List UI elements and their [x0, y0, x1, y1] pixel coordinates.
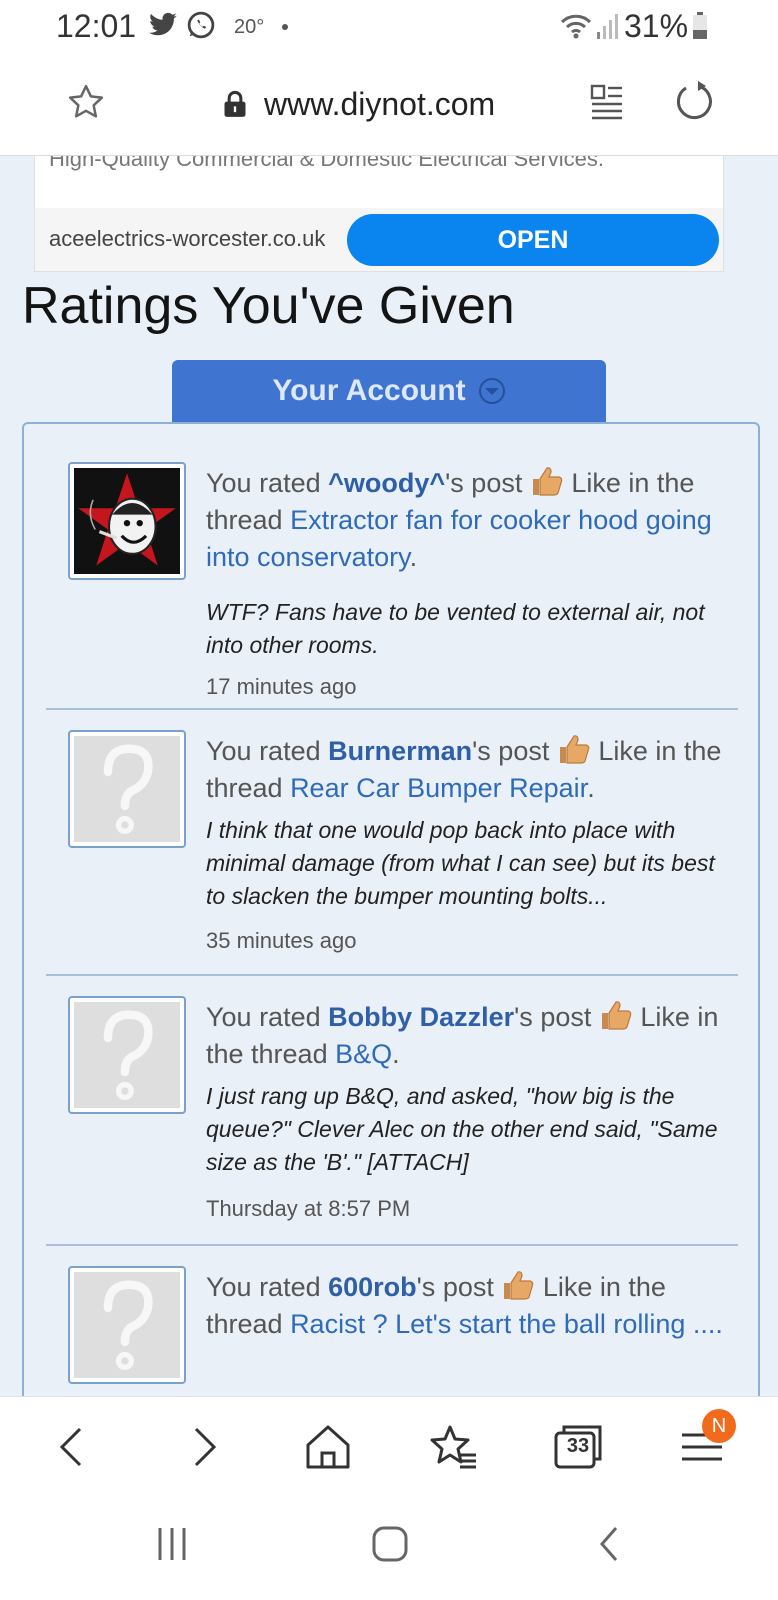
- advertisement: High-Quality Commercial & Domestic Elect…: [34, 156, 724, 272]
- avatar[interactable]: [68, 462, 186, 580]
- notification-dot: [282, 24, 288, 30]
- rating-text: You rated 600rob's post Like in the thre…: [206, 1268, 726, 1343]
- username-link[interactable]: Burnerman: [328, 736, 472, 766]
- home-icon[interactable]: [368, 1522, 412, 1566]
- status-temperature: 20°: [234, 16, 265, 38]
- thread-link[interactable]: Rear Car Bumper Repair: [290, 773, 587, 803]
- browser-bottom-toolbar: 33 N: [0, 1396, 778, 1492]
- thumbs-up-icon: [504, 1271, 534, 1300]
- your-account-dropdown[interactable]: Your Account: [172, 360, 606, 422]
- lock-icon: [224, 90, 246, 117]
- status-time: 12:01: [56, 8, 137, 44]
- bookmark-star-icon[interactable]: [66, 82, 106, 122]
- avatar[interactable]: [68, 1266, 186, 1384]
- rating-prefix: You rated: [206, 468, 329, 498]
- thumbs-up-icon: [601, 1001, 632, 1030]
- rating-prefix: You rated: [206, 1272, 329, 1302]
- chevron-down-icon: [478, 378, 505, 404]
- reload-icon[interactable]: [672, 80, 714, 122]
- rating-mid: 's post: [416, 1272, 502, 1302]
- ad-footer: aceelectrics-worcester.co.uk OPEN: [35, 208, 723, 271]
- rating-prefix: You rated: [206, 736, 329, 766]
- recents-icon[interactable]: [150, 1522, 194, 1566]
- ratings-panel: You rated ^woody^'s post Like in the thr…: [22, 422, 760, 1422]
- default-avatar-icon: [74, 1272, 180, 1378]
- bookmarks-icon[interactable]: [428, 1421, 480, 1473]
- rating-text: You rated ^woody^'s post Like in the thr…: [206, 464, 726, 576]
- battery-icon: [693, 12, 707, 39]
- system-navigation-bar: [0, 1492, 778, 1600]
- rating-suffix: .: [409, 542, 418, 572]
- post-snippet: I just rang up B&Q, and asked, "how big …: [206, 1083, 718, 1175]
- reader-mode-icon[interactable]: [590, 84, 624, 120]
- ad-domain[interactable]: aceelectrics-worcester.co.uk: [49, 226, 325, 252]
- home-icon[interactable]: [302, 1421, 354, 1473]
- twitter-icon: [149, 12, 177, 36]
- avatar[interactable]: [68, 996, 186, 1114]
- post-snippet: I think that one would pop back into pla…: [206, 817, 715, 909]
- rating-mid: 's post: [445, 468, 530, 498]
- your-account-label: Your Account: [272, 374, 466, 407]
- username-link[interactable]: Bobby Dazzler: [328, 1002, 514, 1032]
- avatar[interactable]: [68, 730, 186, 848]
- page-title: Ratings You've Given: [22, 277, 515, 335]
- rating-suffix: .: [392, 1039, 400, 1069]
- thumbs-up-icon: [559, 735, 590, 764]
- rating-text: You rated Burnerman's post Like in the t…: [206, 732, 726, 807]
- wifi-icon: [560, 14, 592, 39]
- whatsapp-icon: [187, 11, 215, 39]
- forward-icon[interactable]: [176, 1421, 228, 1473]
- default-avatar-icon: [74, 1002, 180, 1108]
- rating-time[interactable]: Thursday at 8:57 PM: [206, 1196, 410, 1222]
- username-link[interactable]: 600rob: [328, 1272, 417, 1302]
- thread-link[interactable]: Racist ? Let's start the ball rolling ..…: [290, 1309, 723, 1339]
- rating-time[interactable]: 17 minutes ago: [206, 674, 356, 700]
- back-icon[interactable]: [588, 1522, 632, 1566]
- thread-link[interactable]: B&Q: [335, 1039, 392, 1069]
- default-avatar-icon: [74, 736, 180, 842]
- username-link[interactable]: ^woody^: [328, 468, 445, 498]
- rating-prefix: You rated: [206, 1002, 329, 1032]
- rating-mid: 's post: [472, 736, 557, 766]
- rating-mid: 's post: [514, 1002, 599, 1032]
- status-bar: 12:01 20° 31%: [0, 0, 778, 56]
- rating-item: You rated Burnerman's post Like in the t…: [46, 710, 738, 976]
- signal-icon: [597, 14, 618, 39]
- post-snippet: WTF? Fans have to be vented to external …: [206, 599, 705, 658]
- menu-notification-badge: N: [702, 1409, 736, 1443]
- battery-percentage: 31%: [624, 8, 689, 44]
- rating-suffix: .: [587, 773, 595, 803]
- rating-time[interactable]: 35 minutes ago: [206, 928, 356, 954]
- rating-item: You rated ^woody^'s post Like in the thr…: [46, 442, 738, 710]
- rating-text: You rated Bobby Dazzler's post Like in t…: [206, 998, 726, 1073]
- rating-item: You rated Bobby Dazzler's post Like in t…: [46, 976, 738, 1246]
- ad-tagline: High-Quality Commercial & Domestic Elect…: [49, 156, 605, 171]
- custom-avatar-icon: [74, 468, 180, 574]
- tabs-count: 33: [566, 1435, 590, 1457]
- back-icon[interactable]: [48, 1421, 100, 1473]
- ad-open-button[interactable]: OPEN: [347, 214, 719, 266]
- browser-address-bar: www.diynot.com: [0, 56, 778, 156]
- address-url[interactable]: www.diynot.com: [264, 86, 495, 123]
- thumbs-up-icon: [532, 467, 563, 496]
